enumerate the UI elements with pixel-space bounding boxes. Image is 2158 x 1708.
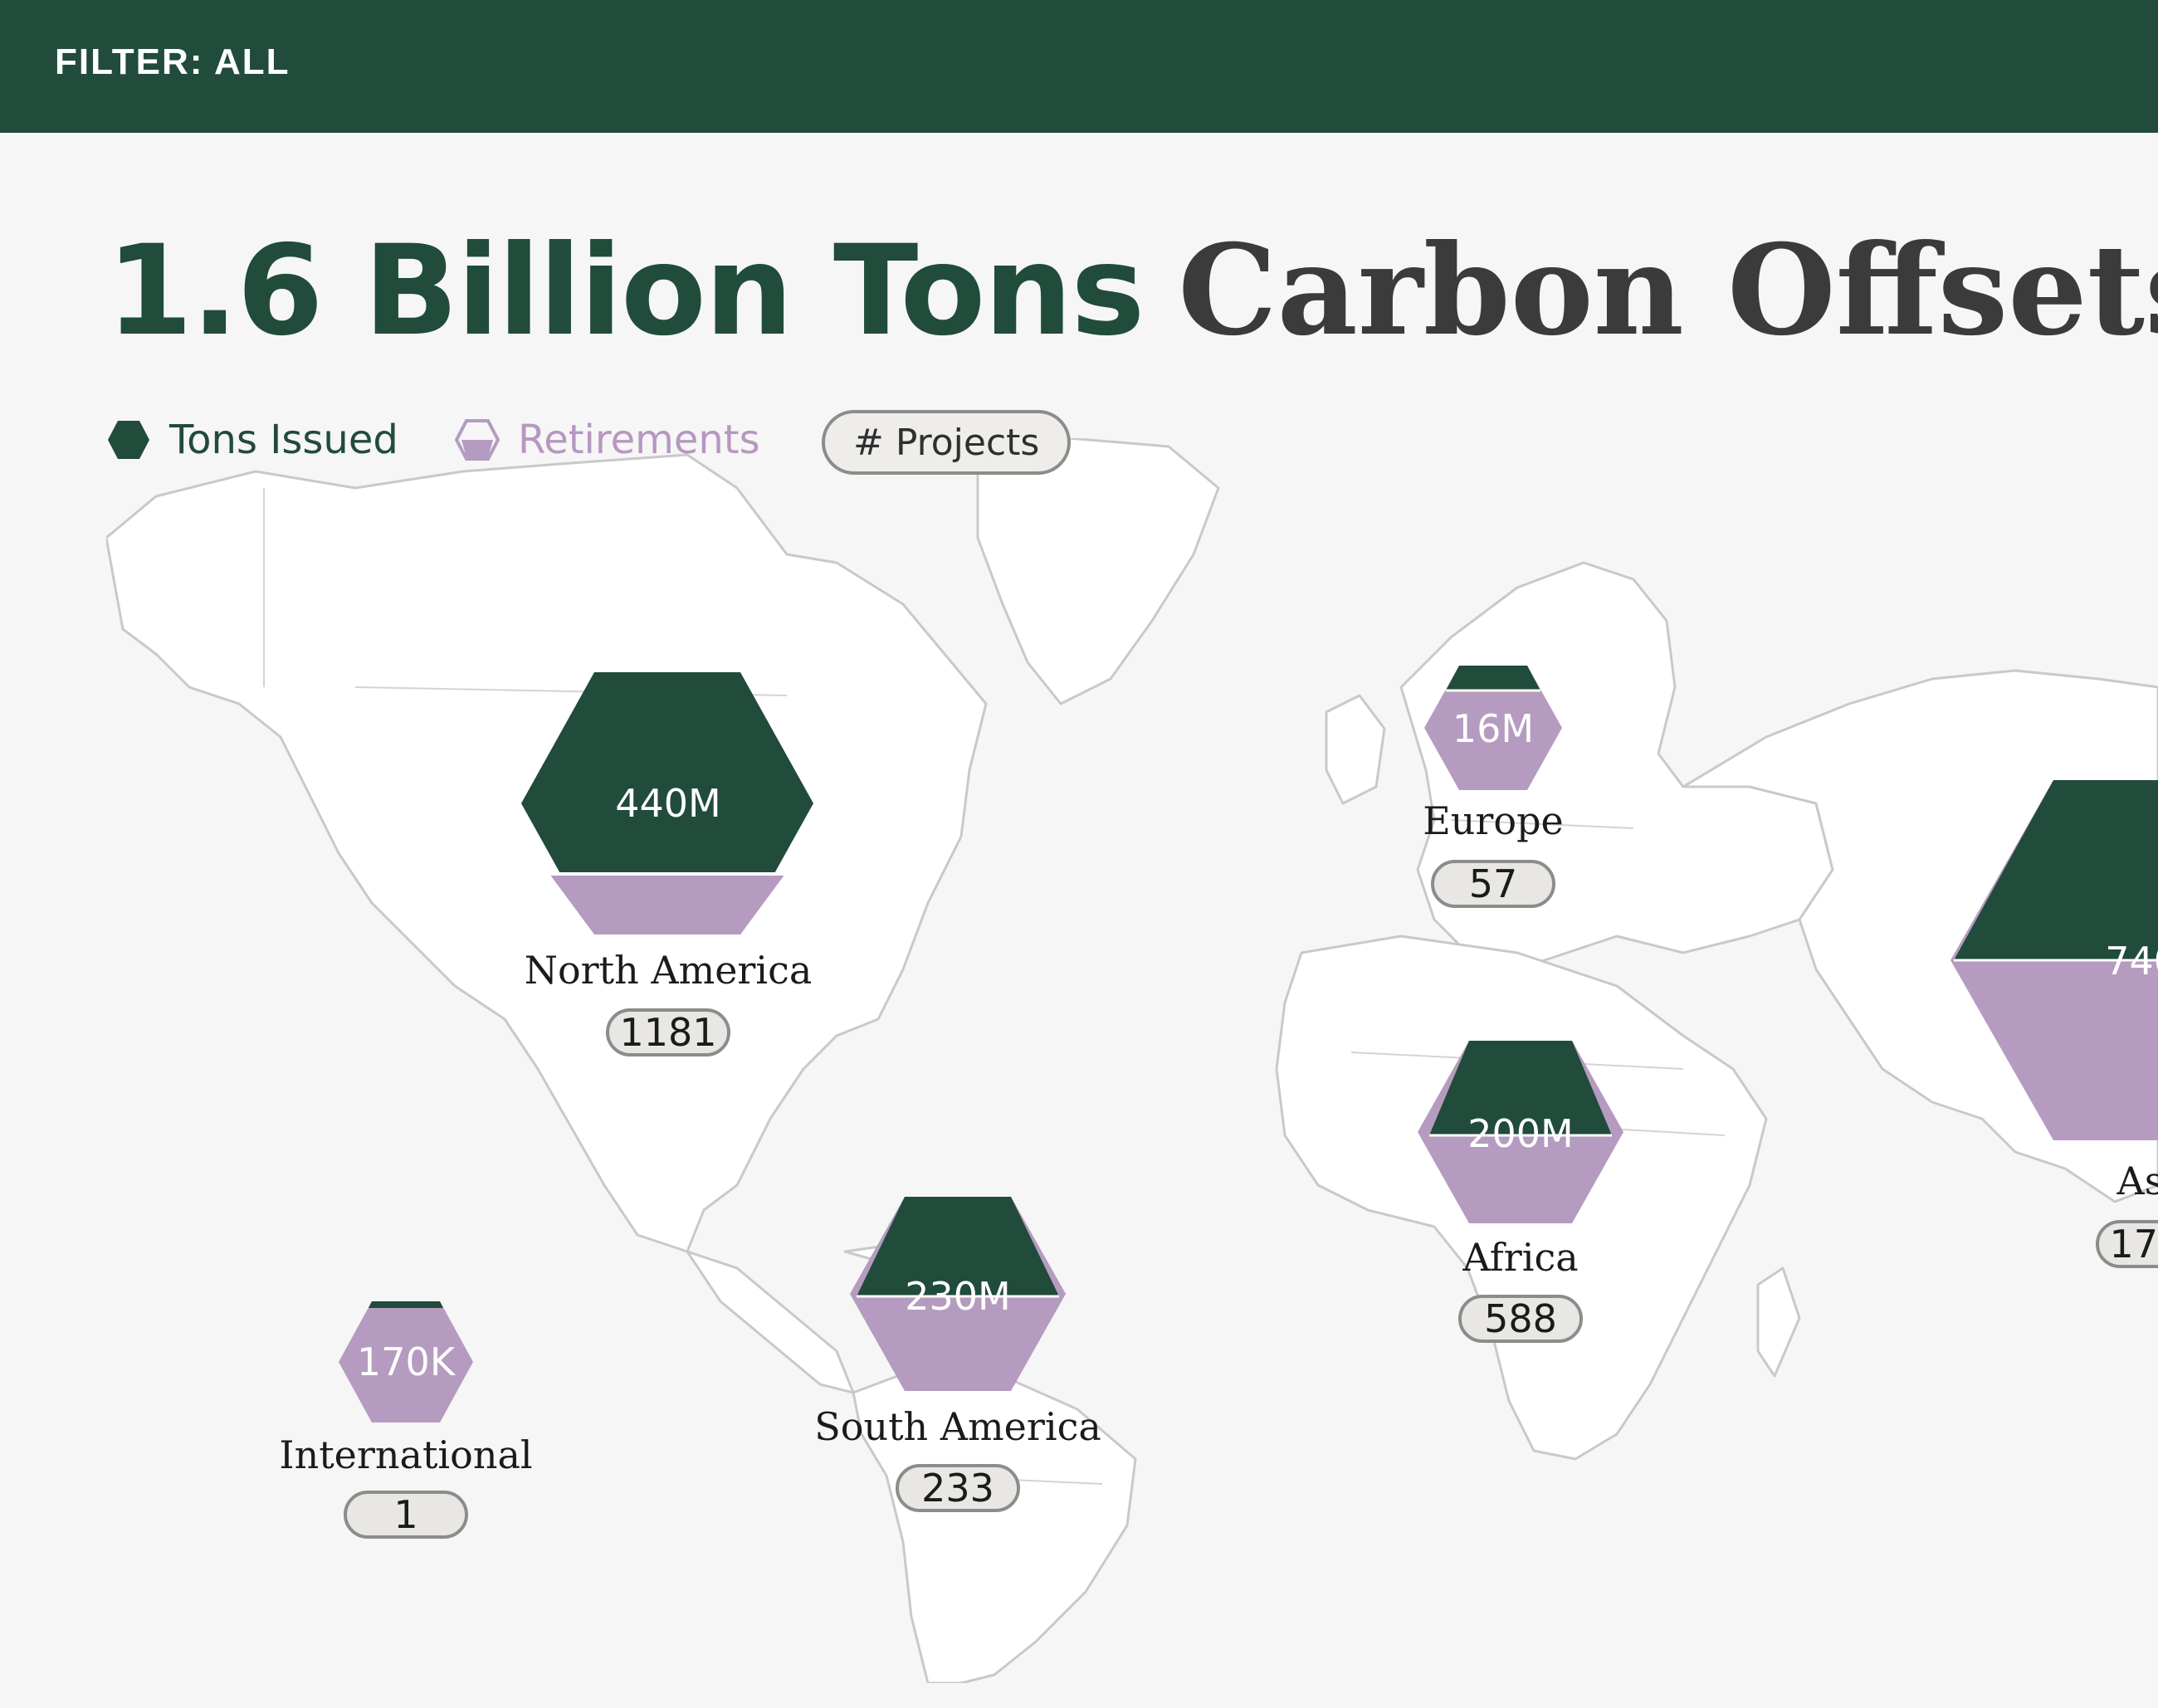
international-value: 170K — [357, 1340, 455, 1384]
legend-retirements-label: Retirements — [518, 417, 760, 463]
africa-label: Africa — [1462, 1235, 1579, 1280]
africa-projects: 588 — [1458, 1295, 1583, 1343]
south-america-value: 230M — [905, 1274, 1011, 1319]
asia-label: Asia — [2116, 1159, 2158, 1203]
filter-button[interactable]: FILTER: ALL — [55, 41, 290, 83]
international-projects: 1 — [344, 1491, 468, 1539]
international-label: International — [279, 1432, 533, 1477]
legend-issued[interactable]: Tons Issued — [106, 407, 398, 473]
europe-label: Europe — [1423, 798, 1564, 843]
issued-hexagon-icon — [108, 421, 149, 459]
south-america-projects: 233 — [896, 1464, 1020, 1512]
europe-value: 16M — [1452, 706, 1535, 751]
africa-value: 200M — [1467, 1111, 1574, 1156]
asia-value: 740M — [2105, 939, 2158, 983]
north-america-projects: 1181 — [606, 1008, 730, 1057]
north-america-label: North America — [524, 948, 813, 993]
north-america-value: 440M — [615, 781, 721, 826]
page-title: 1.6 Billion Tons Carbon Offsets — [106, 228, 2158, 354]
asia-projects: 1721 — [2096, 1220, 2158, 1268]
title-rest: Carbon Offsets — [1178, 217, 2158, 364]
legend-issued-label: Tons Issued — [169, 417, 398, 463]
title-highlight: 1.6 Billion Tons — [106, 219, 1145, 364]
europe-projects: 57 — [1431, 860, 1555, 908]
south-america-label: South America — [814, 1404, 1101, 1449]
retirements-hexagon-icon — [455, 419, 500, 461]
legend-retirements[interactable]: Retirements — [455, 407, 760, 473]
legend-projects-button[interactable]: # Projects — [822, 410, 1072, 475]
top-bar: FILTER: ALL — [0, 0, 2158, 133]
